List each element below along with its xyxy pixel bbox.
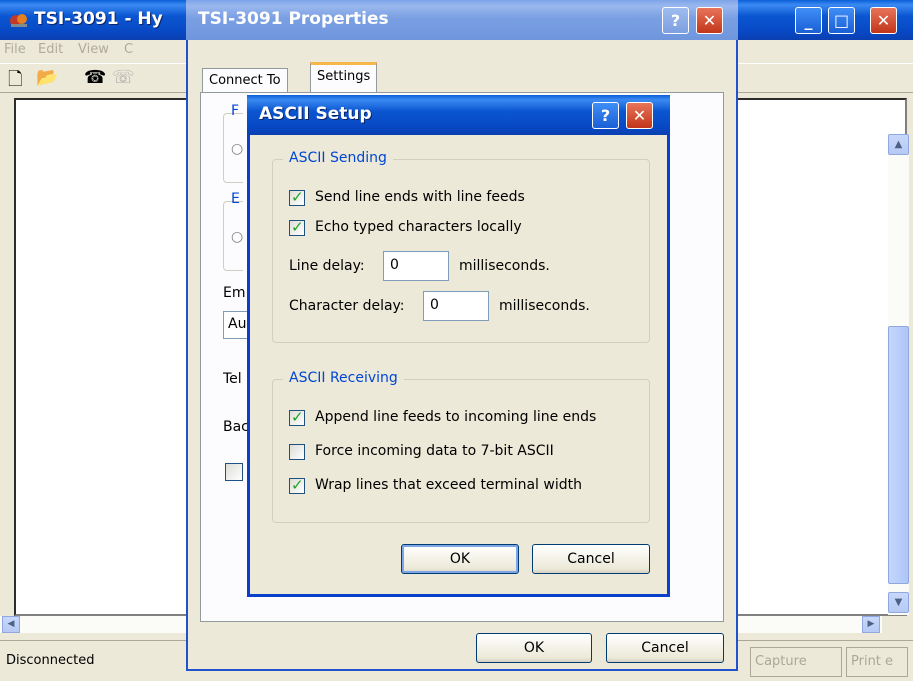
- minimize-button[interactable]: _: [795, 7, 822, 34]
- status-print-echo: Print e: [846, 647, 908, 677]
- append-line-feeds-checkbox[interactable]: ✓ Append line feeds to incoming line end…: [289, 408, 639, 430]
- help-icon: ?: [670, 11, 681, 30]
- ascii-cancel-button[interactable]: Cancel: [532, 544, 650, 574]
- append-line-feeds-label: Append line feeds to incoming line ends: [315, 409, 597, 425]
- partial-radio-icon[interactable]: ○: [231, 229, 243, 245]
- force-7bit-label: Force incoming data to 7-bit ASCII: [315, 443, 554, 459]
- close-icon: ✕: [876, 11, 891, 30]
- force-7bit-checkbox[interactable]: Force incoming data to 7-bit ASCII: [289, 442, 639, 464]
- tab-settings[interactable]: Settings: [310, 62, 378, 94]
- check-icon: ✓: [291, 476, 304, 494]
- disconnect-icon[interactable]: ☏: [112, 67, 135, 88]
- checkbox-box[interactable]: ✓: [289, 408, 305, 426]
- partial-label-f: F: [231, 103, 240, 119]
- ascii-sending-group: ASCII Sending ✓ Send line ends with line…: [272, 150, 650, 343]
- echo-locally-label: Echo typed characters locally: [315, 219, 522, 235]
- close-icon: ✕: [632, 106, 647, 125]
- menu-call[interactable]: C: [124, 42, 133, 57]
- partial-label-telnet: Tel: [223, 371, 242, 387]
- call-icon[interactable]: ☎: [84, 67, 106, 88]
- scroll-up-arrow-icon[interactable]: ▲: [888, 134, 909, 155]
- send-line-ends-checkbox[interactable]: ✓ Send line ends with line feeds: [289, 188, 629, 210]
- menu-edit[interactable]: Edit: [38, 42, 63, 57]
- properties-titlebar[interactable]: TSI-3091 Properties ? ✕: [186, 0, 738, 40]
- checkbox-box[interactable]: ✓: [289, 218, 305, 236]
- properties-help-button[interactable]: ?: [662, 7, 689, 34]
- vertical-scrollbar[interactable]: ▲ ▼: [888, 134, 909, 615]
- scroll-left-arrow-icon[interactable]: ◀: [2, 616, 20, 633]
- character-delay-unit: milliseconds.: [499, 298, 590, 314]
- ascii-ok-button[interactable]: OK: [401, 544, 519, 574]
- checkbox-box[interactable]: ✓: [289, 188, 305, 206]
- open-folder-icon[interactable]: 📂: [36, 67, 58, 88]
- partial-checkbox[interactable]: [225, 463, 243, 481]
- status-capture: Capture: [750, 647, 842, 677]
- properties-ok-button[interactable]: OK: [476, 633, 592, 663]
- main-window-title: TSI-3091 - Hy: [34, 9, 163, 29]
- send-line-ends-label: Send line ends with line feeds: [315, 189, 525, 205]
- partial-radio-icon[interactable]: ○: [231, 141, 243, 157]
- character-delay-label: Character delay:: [289, 298, 405, 314]
- vertical-scroll-thumb[interactable]: [888, 326, 909, 584]
- check-icon: ✓: [291, 218, 304, 236]
- character-delay-input[interactable]: 0: [423, 291, 489, 321]
- help-icon: ?: [600, 106, 611, 125]
- line-delay-label: Line delay:: [289, 258, 365, 274]
- wrap-lines-checkbox[interactable]: ✓ Wrap lines that exceed terminal width: [289, 476, 639, 498]
- check-icon: ✓: [291, 408, 304, 426]
- partial-label-emulation: Em: [223, 285, 246, 301]
- ascii-close-button[interactable]: ✕: [626, 102, 653, 129]
- properties-close-button[interactable]: ✕: [696, 7, 723, 34]
- tab-connect-to[interactable]: Connect To: [202, 68, 288, 94]
- partial-label-e: E: [231, 191, 240, 207]
- scroll-down-arrow-icon[interactable]: ▼: [888, 592, 909, 613]
- maximize-icon: □: [833, 11, 850, 30]
- ascii-setup-titlebar[interactable]: ASCII Setup ? ✕: [247, 95, 670, 135]
- maximize-button[interactable]: □: [828, 7, 855, 34]
- properties-title: TSI-3091 Properties: [198, 9, 389, 29]
- checkbox-box[interactable]: ✓: [289, 476, 305, 494]
- ascii-sending-legend: ASCII Sending: [283, 150, 393, 166]
- echo-locally-checkbox[interactable]: ✓ Echo typed characters locally: [289, 218, 629, 240]
- close-button[interactable]: ✕: [870, 7, 897, 34]
- partial-label-backscroll: Bac: [223, 419, 249, 435]
- minimize-icon: _: [804, 11, 813, 30]
- close-icon: ✕: [702, 11, 717, 30]
- hyperterminal-app-icon: [10, 14, 27, 27]
- ascii-help-button[interactable]: ?: [592, 102, 619, 129]
- properties-cancel-button[interactable]: Cancel: [606, 633, 724, 663]
- ascii-setup-title: ASCII Setup: [259, 104, 372, 124]
- line-delay-unit: milliseconds.: [459, 258, 550, 274]
- scroll-right-arrow-icon[interactable]: ▶: [862, 616, 880, 633]
- check-icon: ✓: [291, 188, 304, 206]
- menu-file[interactable]: File: [4, 42, 26, 57]
- ascii-receiving-group: ASCII Receiving ✓ Append line feeds to i…: [272, 370, 650, 523]
- ascii-setup-dialog: ASCII Setup ? ✕ ASCII Sending ✓ Send lin…: [247, 95, 670, 597]
- new-document-icon[interactable]: 🗋: [8, 67, 22, 97]
- wrap-lines-label: Wrap lines that exceed terminal width: [315, 477, 582, 493]
- ascii-receiving-legend: ASCII Receiving: [283, 370, 404, 386]
- checkbox-box[interactable]: [289, 444, 305, 460]
- line-delay-input[interactable]: 0: [383, 251, 449, 281]
- menu-view[interactable]: View: [78, 42, 109, 57]
- status-connection: Disconnected: [6, 653, 95, 668]
